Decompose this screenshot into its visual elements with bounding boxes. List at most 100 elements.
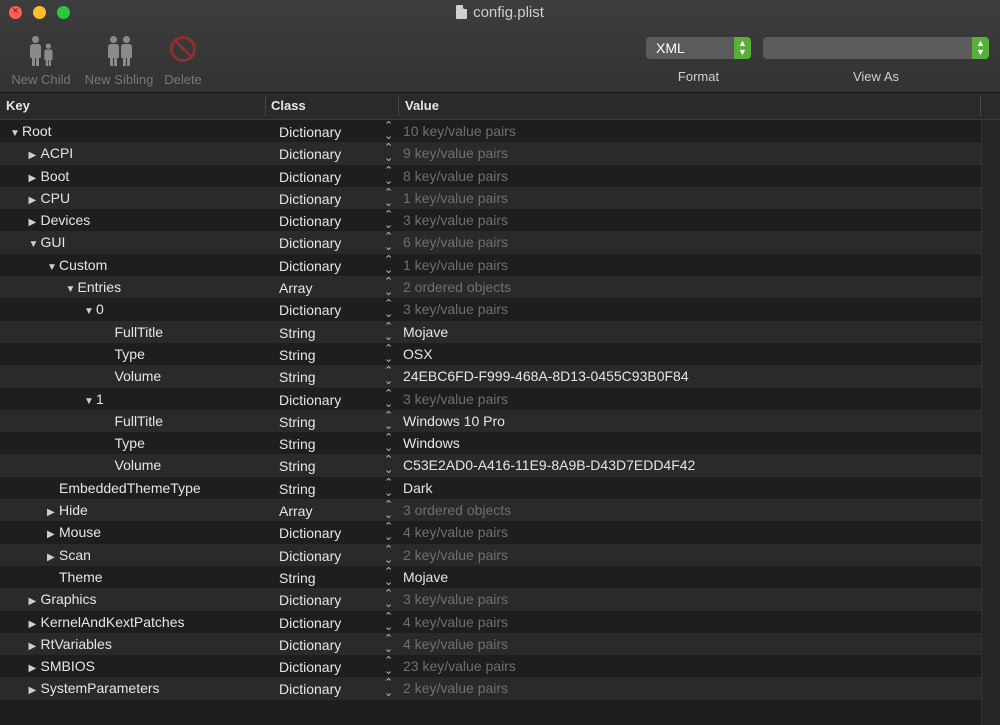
row-key-text[interactable]: Type	[115, 346, 145, 362]
row-key-text[interactable]: RtVariables	[41, 636, 112, 652]
new-sibling-button[interactable]: New Sibling	[81, 34, 157, 87]
class-stepper-icon[interactable]: ⌃ ⌄	[384, 209, 393, 231]
class-stepper-icon[interactable]: ⌃ ⌄	[384, 343, 393, 364]
row-value[interactable]: Windows	[403, 432, 460, 454]
row-key-text[interactable]: Hide	[59, 502, 88, 518]
class-stepper-icon[interactable]: ⌃ ⌄	[384, 298, 393, 320]
row-class[interactable]: String	[279, 366, 316, 388]
column-header-key[interactable]: Key	[6, 98, 30, 113]
class-stepper-icon[interactable]: ⌃ ⌄	[384, 566, 393, 587]
row-class[interactable]: Dictionary	[279, 678, 341, 700]
outline-row[interactable]: ▶ SMBIOS Dictionary ⌃ ⌄ 23 key/value pairs	[0, 655, 981, 678]
row-key-text[interactable]: KernelAndKextPatches	[41, 614, 185, 630]
row-class[interactable]: String	[279, 433, 316, 455]
row-class[interactable]: Dictionary	[279, 389, 341, 411]
row-key-text[interactable]: SMBIOS	[41, 658, 95, 674]
row-key-text[interactable]: Entries	[78, 279, 122, 295]
outline-row[interactable]: ▶ CPU Dictionary ⌃ ⌄ 1 key/value pairs	[0, 186, 981, 210]
outline-row[interactable]: Type String ⌃ ⌄ Windows	[0, 432, 981, 455]
class-stepper-icon[interactable]: ⌃ ⌄	[384, 677, 393, 699]
row-value[interactable]: Windows 10 Pro	[403, 410, 505, 432]
column-header-value[interactable]: Value	[405, 98, 439, 113]
class-stepper-icon[interactable]: ⌃ ⌄	[384, 655, 393, 677]
class-stepper-icon[interactable]: ⌃ ⌄	[384, 276, 393, 298]
class-stepper-icon[interactable]: ⌃ ⌄	[384, 388, 393, 409]
row-value[interactable]: Mojave	[403, 321, 448, 343]
row-class[interactable]: Dictionary	[279, 634, 341, 656]
row-key-text[interactable]: FullTitle	[115, 324, 164, 340]
outline-row[interactable]: ▼ GUI Dictionary ⌃ ⌄ 6 key/value pairs	[0, 231, 981, 254]
outline-row[interactable]: EmbeddedThemeType String ⌃ ⌄ Dark	[0, 476, 981, 500]
row-value[interactable]: Dark	[403, 477, 433, 499]
row-key-text[interactable]: Devices	[41, 212, 91, 228]
outline-row[interactable]: Theme String ⌃ ⌄ Mojave	[0, 565, 981, 589]
outline-row[interactable]: ▼ Entries Array ⌃ ⌄ 2 ordered objects	[0, 276, 981, 299]
row-class[interactable]: Dictionary	[279, 166, 341, 188]
row-key-text[interactable]: SystemParameters	[41, 680, 160, 696]
outline-row[interactable]: ▶ Hide Array ⌃ ⌄ 3 ordered objects	[0, 499, 981, 522]
outline-row[interactable]: ▶ SystemParameters Dictionary ⌃ ⌄ 2 key/value…	[0, 677, 981, 700]
row-class[interactable]: Dictionary	[279, 143, 341, 165]
row-class[interactable]: Dictionary	[279, 589, 341, 611]
outline-row[interactable]: ▼ 1 Dictionary ⌃ ⌄ 3 key/value pairs	[0, 387, 981, 411]
row-class[interactable]: String	[279, 478, 316, 500]
row-class[interactable]: Array	[279, 500, 312, 522]
row-key-text[interactable]: Type	[115, 435, 145, 451]
class-stepper-icon[interactable]: ⌃ ⌄	[384, 365, 393, 387]
outline-row[interactable]: FullTitle String ⌃ ⌄ Windows 10 Pro	[0, 409, 981, 433]
class-stepper-icon[interactable]: ⌃ ⌄	[384, 231, 393, 253]
row-value[interactable]: OSX	[403, 343, 433, 365]
row-value[interactable]: 24EBC6FD-F999-468A-8D13-0455C93B0F84	[403, 365, 689, 387]
class-stepper-icon[interactable]: ⌃ ⌄	[384, 432, 393, 454]
row-key-text[interactable]: Theme	[59, 569, 103, 585]
row-class[interactable]: String	[279, 455, 316, 477]
column-divider[interactable]	[398, 96, 399, 116]
row-class[interactable]: Dictionary	[279, 232, 341, 254]
row-class[interactable]: Dictionary	[279, 210, 341, 232]
row-key-text[interactable]: Mouse	[59, 524, 101, 540]
class-stepper-icon[interactable]: ⌃ ⌄	[384, 120, 393, 142]
outline-row[interactable]: ▶ Boot Dictionary ⌃ ⌄ 8 key/value pairs	[0, 164, 981, 188]
delete-button[interactable]: Delete	[160, 34, 206, 87]
outline-row[interactable]: ▶ RtVariables Dictionary ⌃ ⌄ 4 key/value pair…	[0, 632, 981, 656]
row-key-text[interactable]: Custom	[59, 257, 107, 273]
outline-row[interactable]: ▼ Root Dictionary ⌃ ⌄ 10 key/value pairs	[0, 120, 981, 143]
row-key-text[interactable]: Root	[22, 123, 52, 139]
row-class[interactable]: Dictionary	[279, 656, 341, 678]
outline-row[interactable]: Volume String ⌃ ⌄ 24EBC6FD-F999-468A-8D13-04…	[0, 365, 981, 388]
row-key-text[interactable]: 1	[96, 391, 104, 407]
row-key-text[interactable]: ACPI	[41, 145, 74, 161]
outline-row[interactable]: ▶ Scan Dictionary ⌃ ⌄ 2 key/value pairs	[0, 543, 981, 566]
row-class[interactable]: Dictionary	[279, 255, 341, 277]
outline-row[interactable]: ▶ Mouse Dictionary ⌃ ⌄ 4 key/value pairs	[0, 521, 981, 544]
class-stepper-icon[interactable]: ⌃ ⌄	[384, 544, 393, 565]
row-class[interactable]: Dictionary	[279, 612, 341, 634]
outline-row[interactable]: ▶ KernelAndKextPatches Dictionary ⌃ ⌄ 4 key/v…	[0, 610, 981, 634]
class-stepper-icon[interactable]: ⌃ ⌄	[384, 477, 393, 498]
outline-row[interactable]: ▶ Graphics Dictionary ⌃ ⌄ 3 key/value pairs	[0, 588, 981, 611]
row-class[interactable]: Dictionary	[279, 121, 341, 143]
class-stepper-icon[interactable]: ⌃ ⌄	[384, 187, 393, 208]
outline-row[interactable]: ▼ 0 Dictionary ⌃ ⌄ 3 key/value pairs	[0, 298, 981, 321]
row-class[interactable]: String	[279, 344, 316, 366]
row-class[interactable]: String	[279, 411, 316, 433]
row-value[interactable]: Mojave	[403, 566, 448, 588]
row-key-text[interactable]: Volume	[115, 368, 162, 384]
class-stepper-icon[interactable]: ⌃ ⌄	[384, 454, 393, 476]
class-stepper-icon[interactable]: ⌃ ⌄	[384, 611, 393, 632]
class-stepper-icon[interactable]: ⌃ ⌄	[384, 321, 393, 342]
column-header-class[interactable]: Class	[271, 98, 306, 113]
row-key-text[interactable]: FullTitle	[115, 413, 164, 429]
row-class[interactable]: Array	[279, 277, 312, 299]
outline-row[interactable]: ▶ Devices Dictionary ⌃ ⌄ 3 key/value pairs	[0, 209, 981, 232]
class-stepper-icon[interactable]: ⌃ ⌄	[384, 588, 393, 610]
class-stepper-icon[interactable]: ⌃ ⌄	[384, 142, 393, 164]
row-class[interactable]: Dictionary	[279, 299, 341, 321]
class-stepper-icon[interactable]: ⌃ ⌄	[384, 165, 393, 186]
row-class[interactable]: String	[279, 567, 316, 589]
row-class[interactable]: Dictionary	[279, 522, 341, 544]
class-stepper-icon[interactable]: ⌃ ⌄	[384, 254, 393, 275]
format-select[interactable]: XML ▲ ▼	[646, 37, 751, 59]
outline-row[interactable]: ▼ Custom Dictionary ⌃ ⌄ 1 key/value pairs	[0, 253, 981, 277]
vertical-scrollbar[interactable]	[981, 120, 1000, 725]
